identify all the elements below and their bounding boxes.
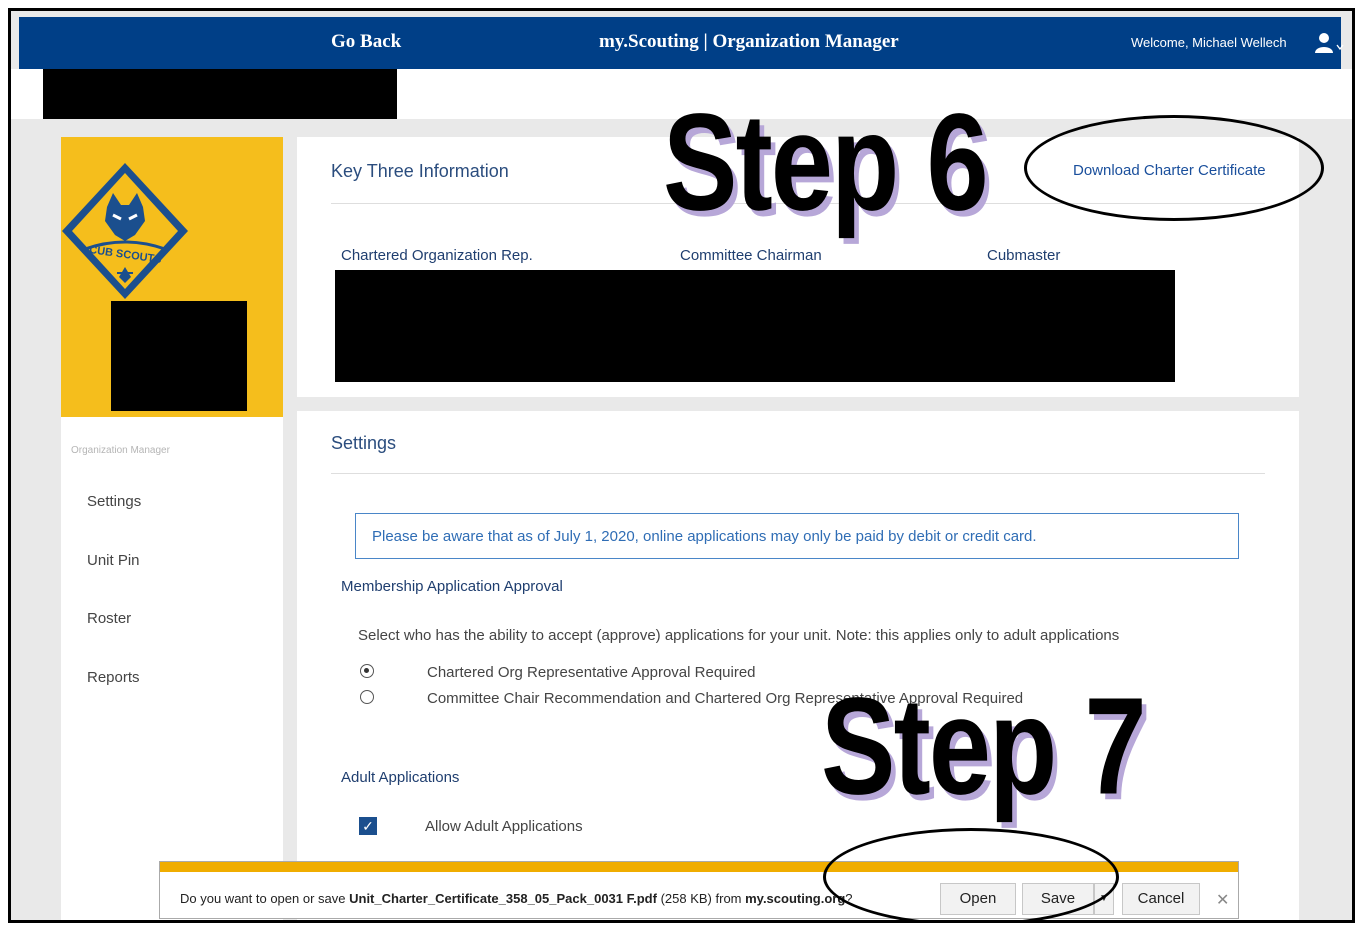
checkmark-icon: ✓ [362, 818, 374, 834]
redacted-block [335, 270, 1175, 382]
cancel-button[interactable]: Cancel [1122, 883, 1200, 915]
allow-adult-applications-checkbox[interactable]: ✓ [359, 817, 377, 835]
unit-logo-panel: CUB SCOUTS [61, 137, 283, 417]
go-back-link[interactable]: Go Back [331, 31, 401, 53]
download-prompt: Do you want to open or save Unit_Charter… [180, 891, 853, 906]
membership-approval-description: Select who has the ability to accept (ap… [358, 627, 1120, 644]
step-7-annotation: Step 7 [821, 669, 1147, 824]
payment-notice: Please be aware that as of July 1, 2020,… [355, 513, 1239, 559]
highlight-ellipse-save [823, 828, 1119, 920]
welcome-text: Welcome, Michael Wellech [1131, 35, 1287, 50]
prompt-from: from [711, 891, 746, 906]
membership-approval-label: Membership Application Approval [341, 578, 563, 595]
option-chartered-org-approval-label: Chartered Org Representative Approval Re… [427, 664, 756, 681]
page-frame: Go Back my.Scouting | Organization Manag… [8, 8, 1355, 923]
sidebar: CUB SCOUTS Organization Manager Settings… [61, 137, 283, 920]
cub-scouts-logo [62, 163, 188, 299]
adult-applications-label: Adult Applications [341, 769, 460, 786]
radio-committee-chair-recommendation[interactable] [360, 690, 374, 704]
user-icon [1315, 33, 1344, 53]
key-three-title: Key Three Information [331, 161, 509, 181]
sidebar-item-unit-pin[interactable]: Unit Pin [87, 552, 140, 569]
column-committee-chairman: Committee Chairman [680, 247, 822, 264]
app-brand: my.Scouting | Organization Manager [599, 31, 899, 53]
settings-title: Settings [331, 433, 397, 453]
top-navigation-bar: Go Back my.Scouting | Organization Manag… [19, 17, 1344, 69]
column-cubmaster: Cubmaster [987, 247, 1061, 264]
allow-adult-applications-label: Allow Adult Applications [425, 818, 583, 835]
close-icon: ✕ [1216, 892, 1230, 909]
divider [331, 473, 1265, 474]
close-download-bar[interactable]: ✕ [1216, 890, 1229, 910]
redacted-block [111, 301, 247, 411]
redacted-block [43, 69, 397, 119]
user-menu-button[interactable] [1314, 31, 1344, 55]
settings-panel: Settings Please be aware that as of July… [297, 411, 1299, 920]
sidebar-item-reports[interactable]: Reports [87, 669, 140, 686]
download-size: (258 KB) [660, 891, 712, 906]
radio-chartered-org-approval[interactable] [360, 664, 374, 678]
brand-name: my.Scouting | [599, 31, 708, 52]
prompt-prefix: Do you want to open or save [180, 891, 350, 906]
download-site: my.scouting.org [745, 891, 846, 906]
sidebar-heading: Organization Manager [71, 445, 170, 456]
step-6-annotation: Step 6 [663, 85, 989, 240]
column-chartered-org-rep: Chartered Organization Rep. [341, 247, 533, 264]
download-filename: Unit_Charter_Certificate_358_05_Pack_003… [349, 891, 657, 906]
sidebar-item-roster[interactable]: Roster [87, 610, 131, 627]
highlight-ellipse-download [1024, 115, 1324, 221]
sidebar-item-settings[interactable]: Settings [87, 493, 141, 510]
brand-section: Organization Manager [712, 31, 899, 52]
